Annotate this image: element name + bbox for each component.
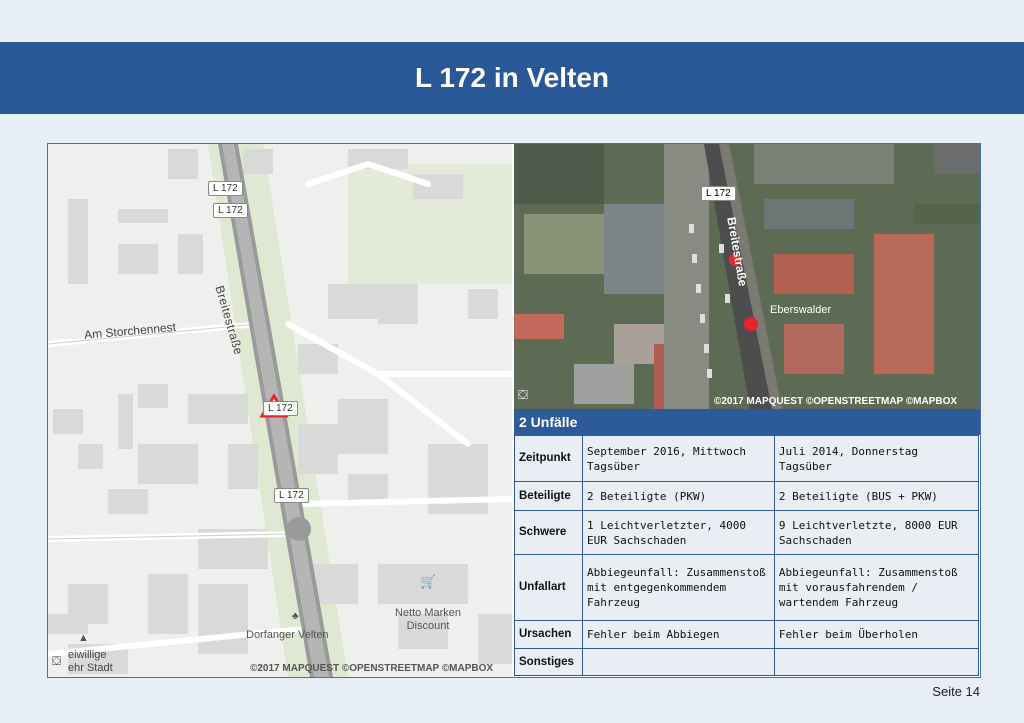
table-row: Ursachen Fehler beim Abbiegen Fehler bei… bbox=[514, 620, 980, 649]
cell-accident-2: 9 Leichtverletzte, 8000 EUR Sachschaden bbox=[773, 510, 980, 555]
fire-station-icon: ▲ bbox=[78, 632, 89, 644]
cell-accident-1: September 2016, Mittwoch Tagsüber bbox=[582, 435, 775, 482]
cell-accident-1: Fehler beim Abbiegen bbox=[582, 620, 775, 649]
cell-accident-2: Fehler beim Überholen bbox=[773, 620, 980, 649]
cell-accident-2: Juli 2014, Donnerstag Tagsüber bbox=[773, 435, 980, 482]
table-row: Unfallart Abbiegeunfall: Zusammenstoß mi… bbox=[514, 554, 980, 621]
poi-feuerwehr-line2: ehr Stadt bbox=[68, 662, 113, 674]
accidents-table: Zeitpunkt September 2016, Mittwoch Tagsü… bbox=[514, 435, 980, 676]
row-label: Ursachen bbox=[514, 620, 583, 649]
road-label-3: L 172 bbox=[263, 401, 298, 416]
page-title: L 172 in Velten bbox=[414, 62, 610, 93]
row-label: Schwere bbox=[514, 510, 583, 555]
sat-poi-eberswalder: Eberswalder bbox=[770, 304, 832, 316]
road-label-2: L 172 bbox=[213, 203, 248, 218]
cell-accident-1: Abbiegeunfall: Zusammenstoß mit entgegen… bbox=[582, 554, 775, 621]
table-row: Sonstiges bbox=[514, 648, 980, 676]
cell-accident-1: 1 Leichtverletzter, 4000 EUR Sachschaden bbox=[582, 510, 775, 555]
row-label: Zeitpunkt bbox=[514, 435, 583, 482]
map-layer-icon[interactable]: ⛋ bbox=[52, 654, 61, 669]
accidents-header: 2 Unfälle bbox=[514, 409, 980, 435]
map-attribution: ©2017 MAPQUEST ©OPENSTREETMAP ©MAPBOX bbox=[250, 663, 494, 674]
accidents-panel: 2 Unfälle Zeitpunkt September 2016, Mitt… bbox=[514, 409, 980, 677]
content-frame: ! L 172 L 172 L 172 L 172 Breitestraße A… bbox=[47, 143, 981, 678]
sat-attribution: ©2017 MAPQUEST ©OPENSTREETMAP ©MAPBOX bbox=[714, 396, 958, 407]
shopping-cart-icon: 🛒 bbox=[420, 574, 437, 589]
street-map[interactable]: ! L 172 L 172 L 172 L 172 Breitestraße A… bbox=[48, 144, 512, 677]
row-label: Sonstiges bbox=[514, 648, 583, 676]
page-number: Seite 14 bbox=[932, 684, 980, 699]
road-label-4: L 172 bbox=[274, 488, 309, 503]
poi-netto-line1: Netto Marken bbox=[394, 607, 462, 619]
poi-dorfanger: Dorfanger Velten bbox=[246, 629, 329, 641]
poi-feuerwehr-line1: eiwillige bbox=[68, 649, 107, 661]
cell-accident-2 bbox=[773, 648, 980, 676]
title-bar: L 172 in Velten bbox=[0, 42, 1024, 114]
cell-accident-1: 2 Beteiligte (PKW) bbox=[582, 481, 775, 511]
table-row: Beteiligte 2 Beteiligte (PKW) 2 Beteilig… bbox=[514, 481, 980, 511]
table-row: Schwere 1 Leichtverletzter, 4000 EUR Sac… bbox=[514, 510, 980, 555]
tree-icon: ♣ bbox=[292, 611, 299, 622]
row-label: Beteiligte bbox=[514, 481, 583, 511]
row-label: Unfallart bbox=[514, 554, 583, 621]
sat-road-label: L 172 bbox=[701, 186, 736, 201]
table-row: Zeitpunkt September 2016, Mittwoch Tagsü… bbox=[514, 435, 980, 482]
road-label-1: L 172 bbox=[208, 181, 243, 196]
sat-layer-icon[interactable]: ⛋ bbox=[518, 387, 528, 403]
cell-accident-2: Abbiegeunfall: Zusammenstoß mit vorausfa… bbox=[773, 554, 980, 621]
poi-netto-line2: Discount bbox=[406, 620, 450, 632]
cell-accident-1 bbox=[582, 648, 775, 676]
satellite-map[interactable]: L 172 Breitestraße Eberswalder ⛋ ©2017 M… bbox=[514, 144, 980, 409]
cell-accident-2: 2 Beteiligte (BUS + PKW) bbox=[773, 481, 980, 511]
